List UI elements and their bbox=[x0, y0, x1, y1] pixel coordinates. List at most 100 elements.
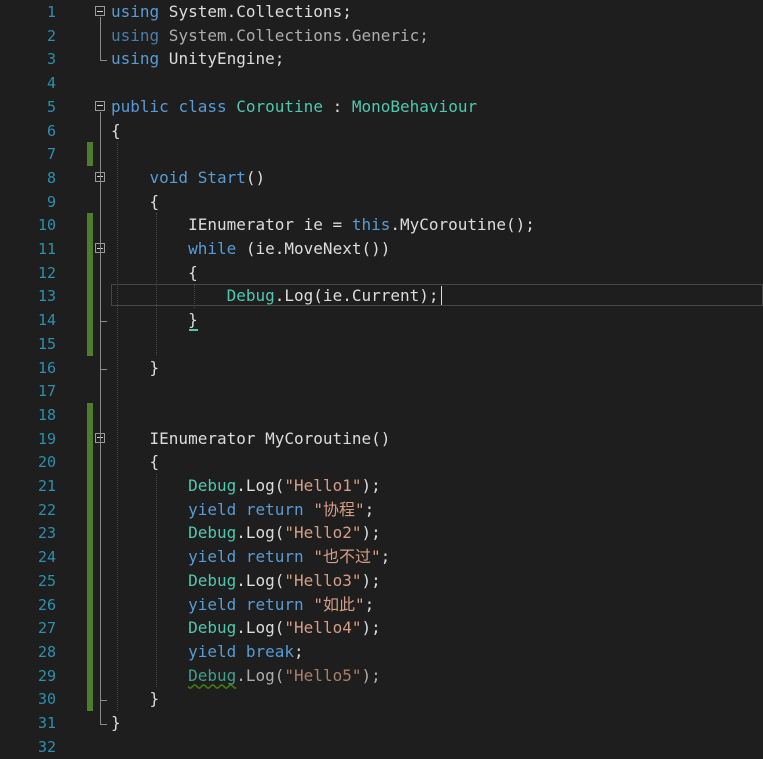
code-text: Debug.Log("Hello2"); bbox=[111, 521, 381, 545]
change-indicator bbox=[87, 402, 93, 427]
code-line[interactable]: 1 using System.Collections; bbox=[0, 0, 763, 24]
code-line[interactable]: 16 } bbox=[0, 356, 763, 380]
code-editor[interactable]: 1 using System.Collections; 2 using System.… bbox=[0, 0, 763, 756]
change-indicator bbox=[87, 639, 93, 664]
code-token: class bbox=[178, 96, 227, 116]
change-indicator bbox=[87, 474, 93, 498]
code-token: ); bbox=[361, 665, 381, 685]
change-indicator bbox=[87, 568, 93, 593]
line-number: 11 bbox=[37, 240, 56, 258]
line-number: 3 bbox=[46, 50, 56, 69]
code-token: Debug bbox=[188, 523, 237, 543]
code-line[interactable]: 5 public class Coroutine : MonoBehaviour bbox=[0, 95, 763, 119]
change-indicator bbox=[87, 521, 93, 546]
code-line[interactable]: 3 using UnityEngine; bbox=[0, 47, 763, 71]
code-line[interactable]: 21 Debug.Log("Hello1"); bbox=[0, 474, 763, 498]
collapse-icon[interactable] bbox=[95, 6, 105, 16]
code-line[interactable]: 30 } bbox=[0, 687, 763, 712]
code-token: } bbox=[111, 713, 121, 732]
line-number: 21 bbox=[37, 477, 56, 495]
code-token: ; bbox=[380, 547, 391, 567]
line-number: 6 bbox=[46, 121, 56, 140]
code-line[interactable]: 31} bbox=[0, 711, 763, 735]
code-token: ); bbox=[361, 618, 381, 638]
indent-guide bbox=[117, 142, 118, 711]
change-indicator bbox=[87, 663, 93, 688]
code-line[interactable]: 8 void Start() bbox=[0, 166, 763, 190]
code-line[interactable]: 18 bbox=[0, 402, 763, 427]
code-line[interactable]: 25 Debug.Log("Hello3"); bbox=[0, 568, 763, 593]
code-token: } bbox=[111, 310, 198, 330]
code-text: { bbox=[111, 119, 121, 143]
code-token: "如此" bbox=[313, 594, 365, 614]
code-line[interactable]: 22 yield return "协程"; bbox=[0, 497, 763, 522]
code-token: Debug bbox=[188, 570, 237, 590]
collapse-icon[interactable] bbox=[95, 100, 105, 111]
code-token: "也不过" bbox=[313, 547, 381, 567]
code-token: Coroutine bbox=[236, 96, 323, 116]
change-indicator bbox=[87, 545, 93, 570]
code-line[interactable]: 23 Debug.Log("Hello2"); bbox=[0, 521, 763, 546]
change-indicator bbox=[87, 260, 93, 285]
code-token: () bbox=[245, 167, 266, 187]
line-number: 8 bbox=[46, 168, 56, 187]
code-text: } bbox=[111, 356, 160, 380]
code-token: yield bbox=[188, 499, 237, 519]
code-token: (ie.MoveNext()) bbox=[236, 239, 391, 258]
change-indicator bbox=[87, 426, 93, 451]
code-line[interactable]: 20 { bbox=[0, 450, 763, 475]
code-token: .Log( bbox=[236, 618, 285, 638]
code-token: using bbox=[111, 49, 160, 69]
code-line[interactable]: 29 Debug.Log("Hello5"); bbox=[0, 663, 763, 688]
change-indicator bbox=[87, 331, 93, 356]
code-line[interactable]: 7 bbox=[0, 142, 763, 167]
indent-guide bbox=[156, 474, 157, 688]
code-line[interactable]: 6{ bbox=[0, 119, 763, 143]
code-text: using System.Collections.Generic; bbox=[111, 24, 429, 48]
code-line[interactable]: 28 yield break; bbox=[0, 639, 763, 664]
code-token: "Hello4" bbox=[284, 618, 362, 638]
code-line[interactable]: 24 yield return "也不过"; bbox=[0, 545, 763, 570]
line-number: 17 bbox=[37, 382, 56, 401]
code-token: return bbox=[245, 547, 304, 567]
line-number: 13 bbox=[37, 287, 56, 306]
code-line[interactable]: 14 } bbox=[0, 308, 763, 333]
code-token: Debug bbox=[226, 286, 275, 306]
line-number: 26 bbox=[37, 595, 56, 614]
code-token: } bbox=[111, 689, 160, 709]
code-line[interactable]: 17 bbox=[0, 379, 763, 403]
code-line[interactable]: 9 { bbox=[0, 190, 763, 214]
code-token: ; bbox=[364, 499, 375, 519]
change-indicator bbox=[87, 497, 93, 522]
line-number: 12 bbox=[37, 263, 56, 282]
code-text: IEnumerator MyCoroutine() bbox=[111, 427, 391, 451]
code-text: yield break; bbox=[111, 640, 304, 664]
code-token: return bbox=[245, 499, 304, 519]
line-number: 4 bbox=[46, 74, 56, 93]
line-number: 28 bbox=[37, 642, 56, 661]
code-token: using bbox=[111, 2, 160, 21]
code-line[interactable]: 11 while (ie.MoveNext()) bbox=[0, 237, 763, 261]
code-line[interactable]: 4 bbox=[0, 71, 763, 95]
code-text: Debug.Log(ie.Current); bbox=[111, 284, 439, 308]
code-line[interactable]: 13 Debug.Log(ie.Current); bbox=[0, 284, 763, 309]
code-line[interactable]: 26 yield return "如此"; bbox=[0, 592, 763, 617]
code-line[interactable]: 12 { bbox=[0, 260, 763, 285]
code-token: .Log( bbox=[236, 570, 285, 590]
code-token: IEnumerator MyCoroutine() bbox=[111, 428, 391, 448]
outline-bracket bbox=[100, 254, 101, 322]
code-text: void Start() bbox=[111, 166, 266, 190]
code-line[interactable]: 10 IEnumerator ie = this.MyCoroutine(); bbox=[0, 213, 763, 238]
code-line[interactable]: 15 bbox=[0, 331, 763, 356]
indent-guide bbox=[194, 284, 195, 309]
code-line[interactable]: 27 Debug.Log("Hello4"); bbox=[0, 616, 763, 641]
code-line[interactable]: 19 IEnumerator MyCoroutine() bbox=[0, 426, 763, 451]
code-text: } bbox=[111, 687, 160, 711]
code-line[interactable]: 2 using System.Collections.Generic; bbox=[0, 24, 763, 48]
